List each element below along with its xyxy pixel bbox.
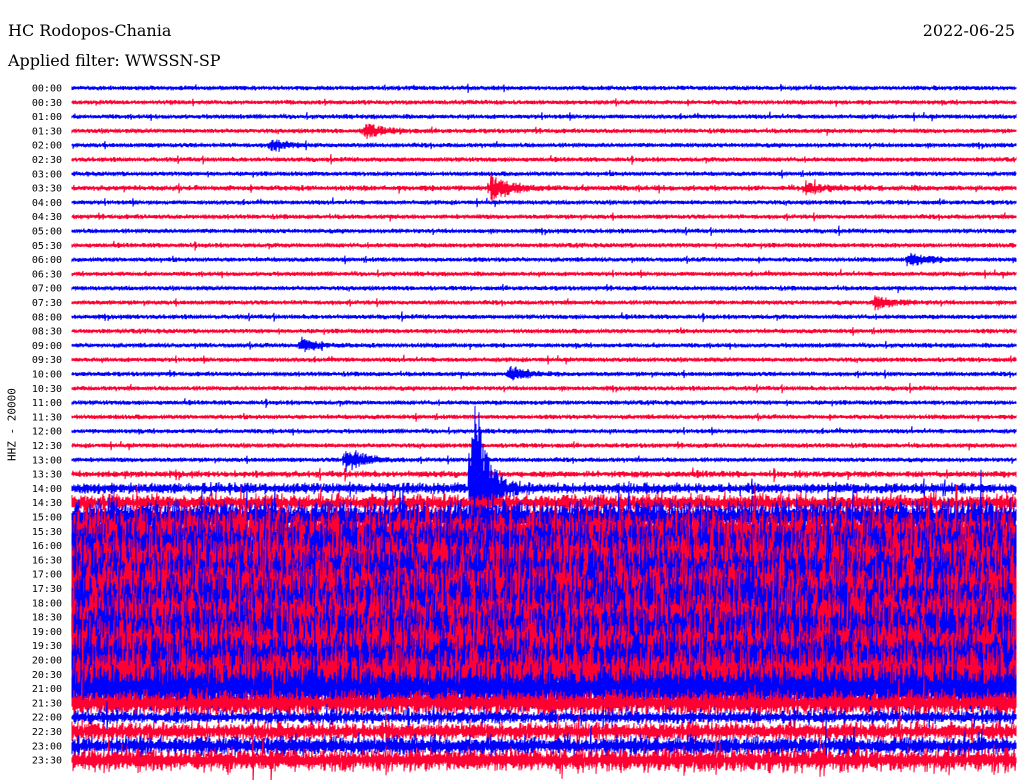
time-tick-label: 14:30 (32, 498, 62, 509)
time-tick-label: 17:30 (32, 584, 62, 595)
time-tick-label: 02:00 (32, 141, 62, 152)
time-tick-label: 07:30 (32, 298, 62, 309)
time-tick-label: 19:00 (32, 627, 62, 638)
time-tick-label: 12:30 (32, 441, 62, 452)
trace-line-0700 (71, 283, 1017, 294)
time-tick-label: 05:30 (32, 241, 62, 252)
trace-line-1030 (71, 382, 1017, 394)
time-tick-label: 06:30 (32, 269, 62, 280)
time-tick-label: 22:00 (32, 713, 62, 724)
time-tick-label: 16:00 (32, 541, 62, 552)
time-tick-label: 03:00 (32, 169, 62, 180)
trace-line-0930 (71, 354, 1017, 365)
time-tick-label: 00:30 (32, 98, 62, 109)
trace-line-0500 (71, 225, 1017, 236)
time-tick-label: 01:00 (32, 112, 62, 123)
trace-line-0900 (71, 336, 1017, 353)
trace-line-0830 (71, 327, 1017, 336)
helicorder-plot: 00:00 00:30 01:00 01:30 02:00 02:30 03:00 03:30… (32, 83, 1017, 780)
time-tick-label: 21:00 (32, 684, 62, 695)
trace-line-1200 (71, 426, 1017, 436)
time-tick-label: 18:30 (32, 613, 62, 624)
time-tick-label: 18:00 (32, 598, 62, 609)
time-tick-label: 04:00 (32, 198, 62, 209)
trace-line-0030 (71, 98, 1017, 107)
trace-line-1330 (71, 465, 1017, 483)
time-tick-label: 04:30 (32, 212, 62, 223)
trace-line-0400 (71, 197, 1017, 208)
time-tick-label: 08:30 (32, 327, 62, 338)
trace-line-0100 (71, 111, 1017, 122)
time-tick-label: 14:00 (32, 484, 62, 495)
time-tick-label: 03:30 (32, 184, 62, 195)
time-tick-label: 09:30 (32, 355, 62, 366)
time-tick-label: 11:00 (32, 398, 62, 409)
trace-line-1100 (71, 398, 1017, 408)
trace-line-0630 (71, 268, 1017, 279)
trace-line-0230 (71, 154, 1017, 165)
time-tick-label: 23:30 (32, 756, 62, 767)
trace-line-1130 (71, 412, 1017, 422)
trace-line-1300 (71, 450, 1017, 473)
time-tick-label: 22:30 (32, 727, 62, 738)
time-tick-label: 17:00 (32, 570, 62, 581)
trace-line-0600 (71, 252, 1017, 267)
trace-line-0330 (71, 173, 1017, 203)
time-tick-label: 19:30 (32, 641, 62, 652)
time-tick-label: 11:30 (32, 412, 62, 423)
time-tick-label: 16:30 (32, 555, 62, 566)
time-tick-label: 01:30 (32, 126, 62, 137)
trace-line-0730 (71, 295, 1017, 311)
time-tick-label: 23:00 (32, 741, 62, 752)
time-tick-label: 13:00 (32, 455, 62, 466)
time-tick-label: 00:00 (32, 84, 62, 95)
time-tick-label: 20:30 (32, 670, 62, 681)
time-tick-label: 08:00 (32, 312, 62, 323)
time-tick-label: 07:00 (32, 284, 62, 295)
trace-line-1230 (71, 440, 1017, 451)
trace-line-0200 (71, 139, 1017, 152)
time-tick-label: 10:30 (32, 384, 62, 395)
time-tick-label: 21:30 (32, 698, 62, 709)
time-tick-label: 02:30 (32, 155, 62, 166)
time-tick-label: 05:00 (32, 227, 62, 238)
trace-line-1000 (71, 366, 1017, 381)
time-tick-label: 12:00 (32, 427, 62, 438)
time-tick-label: 15:30 (32, 527, 62, 538)
time-tick-label: 13:30 (32, 470, 62, 481)
time-tick-label: 10:00 (32, 370, 62, 381)
trace-line-0800 (71, 311, 1017, 323)
trace-line-0430 (71, 212, 1017, 222)
time-tick-label: 09:00 (32, 341, 62, 352)
trace-line-0130 (71, 123, 1017, 140)
time-tick-label: 06:00 (32, 255, 62, 266)
time-tick-label: 20:00 (32, 656, 62, 667)
time-tick-label: 15:00 (32, 513, 62, 524)
trace-line-0300 (71, 169, 1017, 179)
trace-line-0530 (71, 240, 1017, 251)
trace-line-0000 (71, 83, 1017, 93)
